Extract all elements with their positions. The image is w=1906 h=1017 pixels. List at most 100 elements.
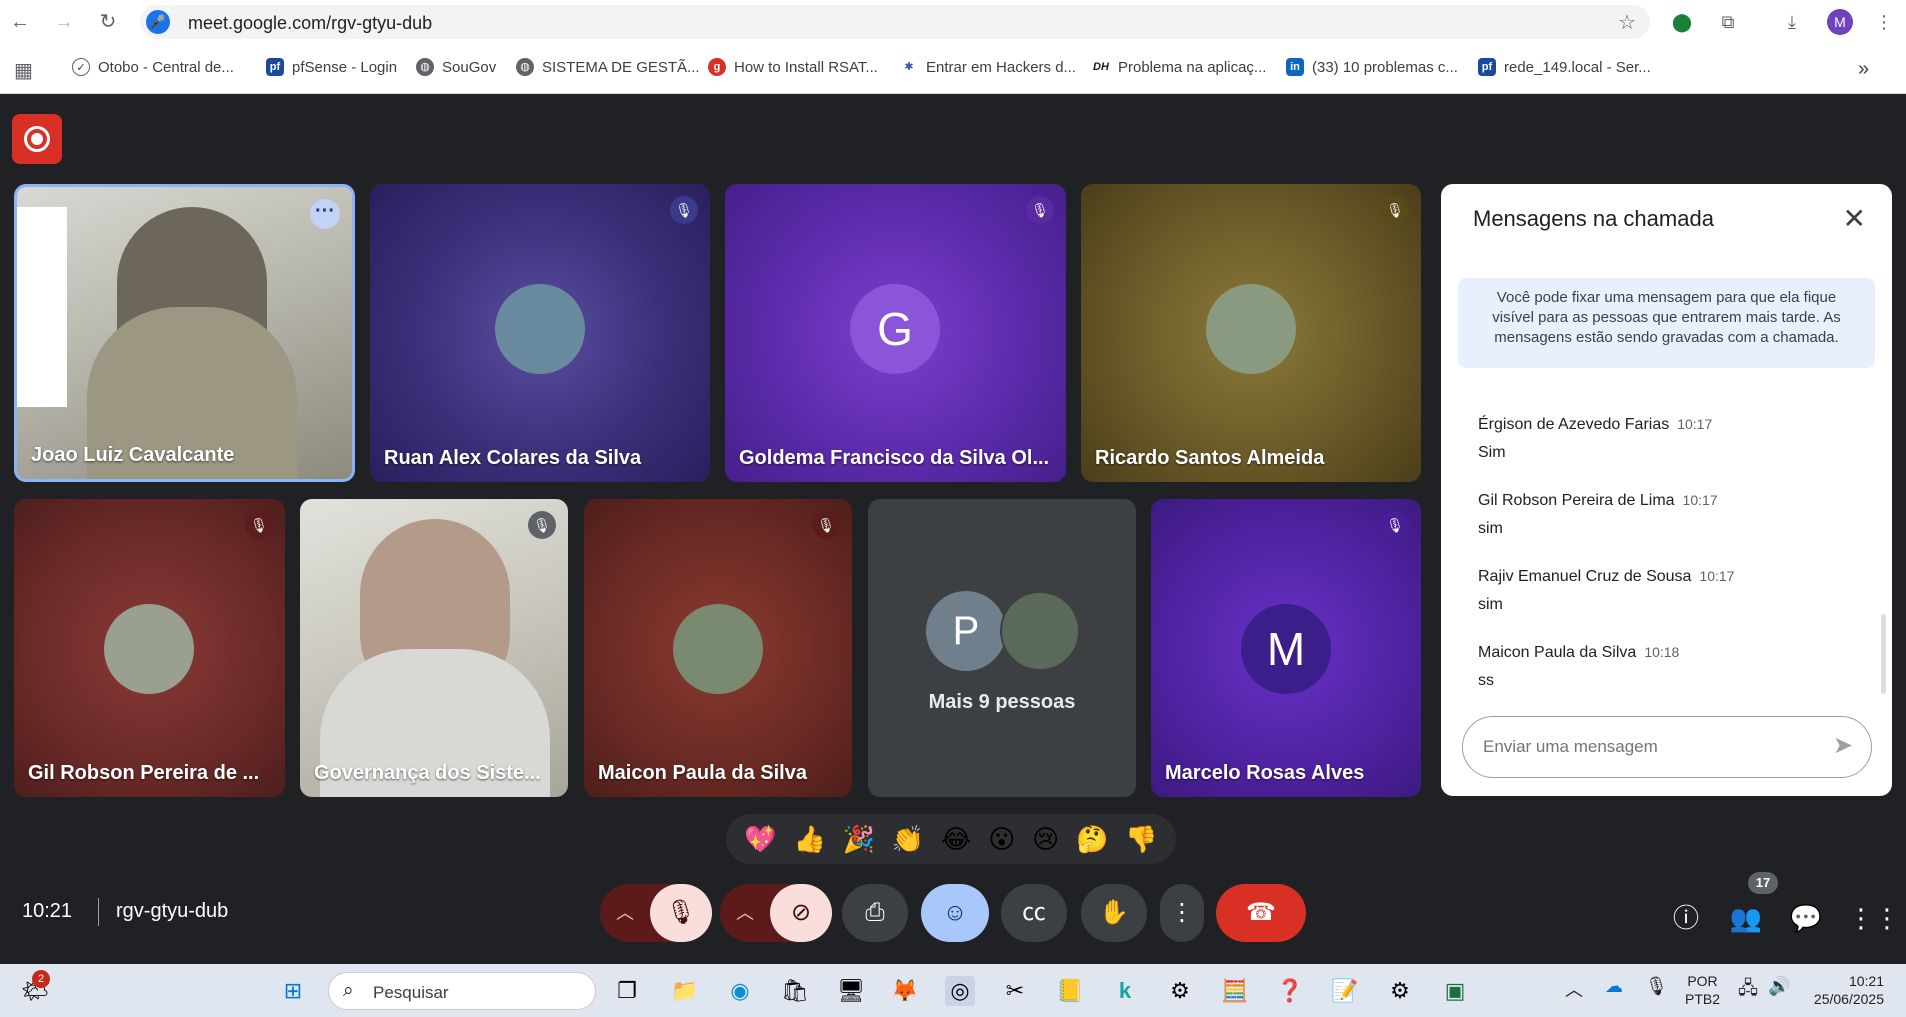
- help-icon[interactable]: ❓: [1275, 976, 1305, 1006]
- app-icon[interactable]: 📒: [1055, 976, 1085, 1006]
- camera-control-group: ︿ ⊘: [720, 884, 832, 942]
- participant-tile-ricardo[interactable]: 🎙 Ricardo Santos Almeida: [1081, 184, 1421, 482]
- extensions-puzzle-icon[interactable]: ⧉: [1716, 10, 1740, 34]
- system-clock[interactable]: 10:21 25/06/2025: [1800, 972, 1884, 1008]
- meeting-info-icon[interactable]: ⓘ: [1668, 900, 1704, 936]
- search-icon: ⌕: [343, 980, 354, 1001]
- reaction-party[interactable]: 🎉: [843, 824, 875, 855]
- mic-off-button[interactable]: 🎙: [650, 884, 712, 942]
- chat-message-input[interactable]: [1483, 733, 1813, 761]
- recording-indicator-icon[interactable]: [12, 114, 62, 164]
- camera-options-chevron-icon[interactable]: ︿: [736, 884, 754, 942]
- participant-tile-joao[interactable]: ··· Joao Luiz Cavalcante: [14, 184, 355, 482]
- profile-avatar[interactable]: M: [1827, 9, 1853, 35]
- pfsense-icon: pf: [1478, 58, 1496, 76]
- chrome-icon[interactable]: ◎: [945, 976, 975, 1006]
- browser-menu-icon[interactable]: ⋮: [1872, 10, 1896, 34]
- participant-name: Marcelo Rosas Alves: [1165, 762, 1365, 784]
- mic-off-icon: 🎙: [812, 511, 840, 539]
- reaction-sad[interactable]: 😢: [1032, 824, 1059, 855]
- bookmark-linkedin[interactable]: in (33) 10 problemas c...: [1286, 58, 1458, 76]
- reaction-surprised[interactable]: 😮: [988, 824, 1015, 855]
- firefox-icon[interactable]: 🦊: [890, 976, 920, 1006]
- close-icon[interactable]: ✕: [1843, 202, 1866, 235]
- store-icon[interactable]: 🛍: [780, 976, 810, 1006]
- more-options-icon[interactable]: ···: [310, 199, 340, 229]
- globe-icon: ◍: [416, 58, 434, 76]
- sticky-notes-icon[interactable]: 📝: [1330, 976, 1360, 1006]
- reaction-thumbs-down[interactable]: 👎: [1125, 824, 1157, 855]
- reaction-thinking[interactable]: 🤔: [1076, 824, 1108, 855]
- bookmark-problema[interactable]: DH Problema na aplicaç...: [1092, 58, 1266, 76]
- address-bar[interactable]: 🎤 meet.google.com/rgv-gtyu-dub ☆: [140, 5, 1650, 39]
- reaction-sparkling-heart[interactable]: 💖: [744, 824, 776, 855]
- file-explorer-icon[interactable]: 📁: [670, 976, 700, 1006]
- app-icon[interactable]: ⚙: [1385, 976, 1415, 1006]
- activities-grid-icon[interactable]: ⋮⋮: [1848, 900, 1900, 936]
- bookmark-otobo[interactable]: ✓ Otobo - Central de...: [72, 58, 234, 76]
- extension-icon[interactable]: ⬤: [1670, 10, 1694, 34]
- leave-call-button[interactable]: ☎: [1216, 884, 1306, 942]
- bookmark-hackers[interactable]: ✱ Entrar em Hackers d...: [900, 58, 1076, 76]
- apps-grid-icon[interactable]: ▦: [14, 58, 33, 83]
- chat-icon[interactable]: 💬: [1788, 900, 1824, 936]
- back-icon[interactable]: ←: [8, 10, 32, 34]
- bookmark-pfsense[interactable]: pf pfSense - Login: [266, 58, 397, 76]
- download-icon[interactable]: ⤓: [1780, 10, 1804, 34]
- url-text[interactable]: meet.google.com/rgv-gtyu-dub: [188, 13, 432, 34]
- reaction-laugh[interactable]: 😂: [941, 824, 971, 855]
- reactions-bar: 💖 👍 🎉 👏 😂 😮 😢 🤔 👎: [726, 814, 1176, 864]
- bookmark-rsat[interactable]: g How to Install RSAT...: [708, 58, 878, 76]
- participant-name: Joao Luiz Cavalcante: [31, 444, 235, 466]
- present-screen-button[interactable]: ⎙: [842, 884, 908, 942]
- globe-icon: ◍: [516, 58, 534, 76]
- reload-icon[interactable]: ↻: [96, 10, 120, 34]
- camera-off-button[interactable]: ⊘: [770, 884, 832, 942]
- raise-hand-button[interactable]: ✋: [1081, 884, 1147, 942]
- participant-tile-more[interactable]: P Mais 9 pessoas: [868, 499, 1136, 797]
- reaction-clap[interactable]: 👏: [892, 824, 924, 855]
- microphone-icon[interactable]: 🎙: [1645, 976, 1668, 997]
- forward-icon[interactable]: →: [52, 10, 76, 34]
- participant-tile-governanca[interactable]: 🎙 Governança dos Siste...: [300, 499, 568, 797]
- captions-button[interactable]: ㏄: [1001, 884, 1067, 942]
- bookmark-sougov[interactable]: ◍ SouGov: [416, 58, 496, 76]
- participants-icon[interactable]: 👥: [1728, 900, 1764, 936]
- snipping-tool-icon[interactable]: ✂: [1000, 976, 1030, 1006]
- send-icon[interactable]: ➤: [1833, 731, 1853, 760]
- chat-scrollbar[interactable]: [1881, 614, 1886, 694]
- network-icon[interactable]: 🖧: [1738, 976, 1758, 1006]
- chat-input-box[interactable]: ➤: [1462, 716, 1872, 778]
- mic-icon[interactable]: 🎤: [146, 10, 170, 34]
- onedrive-icon[interactable]: ☁: [1605, 976, 1623, 997]
- k-app-icon[interactable]: k: [1110, 976, 1140, 1006]
- edge-icon[interactable]: ◉: [725, 976, 755, 1006]
- participant-tile-marcelo[interactable]: 🎙 M Marcelo Rosas Alves: [1151, 499, 1421, 797]
- emoji-reactions-button[interactable]: ☺: [921, 884, 989, 942]
- more-options-button[interactable]: ⋮: [1160, 884, 1204, 942]
- show-hidden-icons-icon[interactable]: ︿: [1565, 976, 1583, 1002]
- participant-tile-ruan[interactable]: 🎙 Ruan Alex Colares da Silva: [370, 184, 710, 482]
- participant-tile-maicon[interactable]: 🎙 Maicon Paula da Silva: [584, 499, 852, 797]
- mic-options-chevron-icon[interactable]: ︿: [616, 884, 634, 942]
- participant-tile-goldema[interactable]: 🎙 G Goldema Francisco da Silva Ol...: [725, 184, 1066, 482]
- participant-tile-gil[interactable]: 🎙 Gil Robson Pereira de ...: [14, 499, 285, 797]
- bookmark-star-icon[interactable]: ☆: [1618, 10, 1636, 35]
- more-bookmarks-icon[interactable]: »: [1858, 58, 1869, 81]
- bookmark-rede149[interactable]: pf rede_149.local - Ser...: [1478, 58, 1651, 76]
- windows-start-icon[interactable]: ⊞: [278, 976, 308, 1006]
- task-view-icon[interactable]: ❐: [612, 976, 642, 1006]
- reaction-thumbs-up[interactable]: 👍: [794, 824, 826, 855]
- participants-count-badge: 17: [1748, 872, 1778, 894]
- check-icon: ✓: [72, 58, 90, 76]
- dh-icon: DH: [1092, 58, 1110, 76]
- calculator-icon[interactable]: 🧮: [1220, 976, 1250, 1006]
- volume-icon[interactable]: 🔊: [1768, 976, 1790, 997]
- chat-message: Gil Robson Pereira de Lima 10:17 sim: [1478, 492, 1718, 537]
- input-language[interactable]: POR PTB2: [1685, 972, 1720, 1008]
- remote-desktop-icon[interactable]: 🖥: [836, 976, 866, 1006]
- bookmark-sistema[interactable]: ◍ SISTEMA DE GESTÃ...: [516, 58, 700, 76]
- app-icon[interactable]: ⚙: [1165, 976, 1195, 1006]
- excel-icon[interactable]: ▣: [1440, 976, 1470, 1006]
- taskbar-search[interactable]: ⌕ Pesquisar: [328, 972, 596, 1010]
